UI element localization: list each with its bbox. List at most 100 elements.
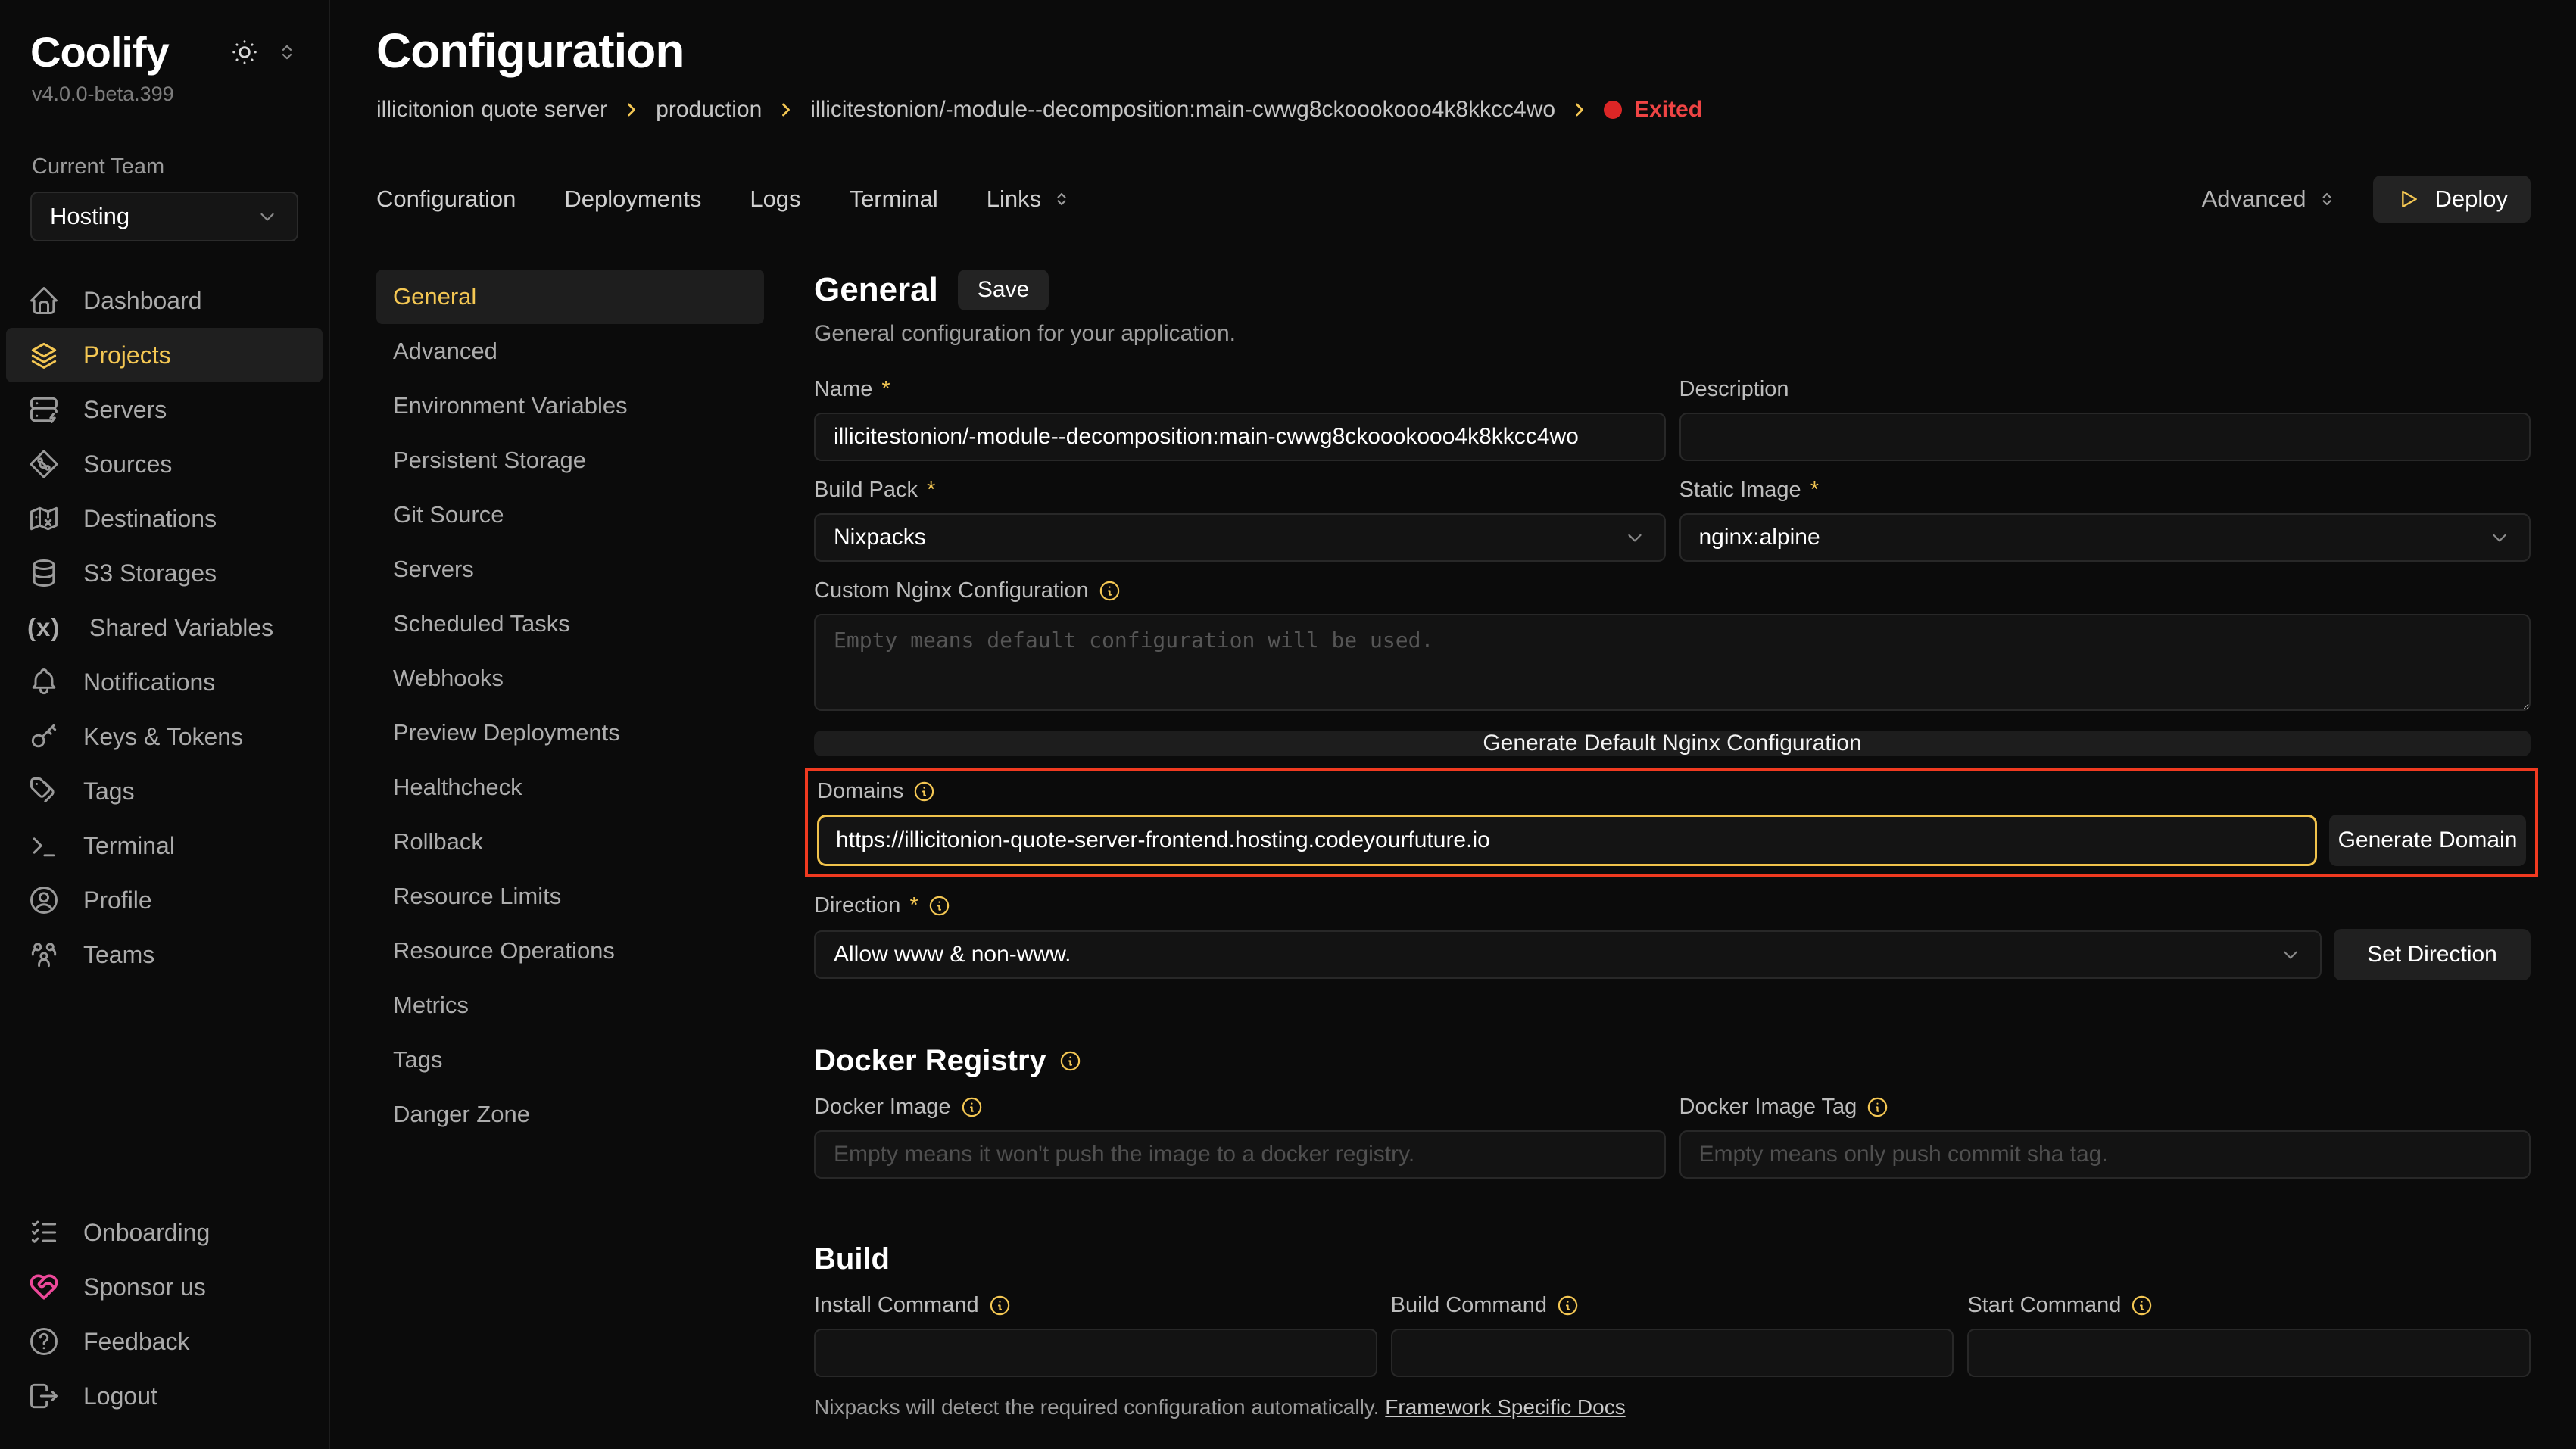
main-content: Configuration illicitonion quote server … bbox=[330, 0, 2576, 1449]
tab-links[interactable]: Links bbox=[987, 185, 1073, 213]
name-input[interactable] bbox=[814, 413, 1666, 461]
checklist-icon bbox=[27, 1216, 61, 1249]
breadcrumb-project[interactable]: illicitonion quote server bbox=[376, 97, 607, 123]
sidebar-item-teams[interactable]: Teams bbox=[6, 927, 323, 982]
help-circle-icon bbox=[27, 1325, 61, 1358]
config-nav-preview-deployments[interactable]: Preview Deployments bbox=[376, 706, 764, 760]
description-input[interactable] bbox=[1679, 413, 2531, 461]
config-nav-environment-variables[interactable]: Environment Variables bbox=[376, 379, 764, 433]
config-nav-persistent-storage[interactable]: Persistent Storage bbox=[376, 433, 764, 488]
config-nav-metrics[interactable]: Metrics bbox=[376, 978, 764, 1033]
start-command-input[interactable] bbox=[1967, 1329, 2531, 1377]
breadcrumb: illicitonion quote server production ill… bbox=[376, 97, 2531, 123]
home-icon bbox=[27, 284, 61, 317]
sun-icon[interactable] bbox=[229, 36, 260, 68]
breadcrumb-environment[interactable]: production bbox=[656, 97, 762, 123]
docker-registry-heading: Docker Registry bbox=[814, 1044, 2531, 1078]
sidebar-item-destinations[interactable]: Destinations bbox=[6, 491, 323, 546]
config-nav-webhooks[interactable]: Webhooks bbox=[376, 651, 764, 706]
sidebar-item-feedback[interactable]: Feedback bbox=[6, 1314, 323, 1369]
sidebar: Coolify v4.0.0-beta.399 Current Team Hos… bbox=[0, 0, 330, 1449]
breadcrumb-application[interactable]: illicitestonion/-module--decomposition:m… bbox=[810, 97, 1555, 123]
config-nav-advanced[interactable]: Advanced bbox=[376, 324, 764, 379]
custom-nginx-textarea[interactable] bbox=[814, 614, 2531, 711]
play-icon bbox=[2396, 187, 2420, 211]
layers-icon bbox=[27, 338, 61, 372]
variables-icon: (x) bbox=[27, 613, 67, 642]
config-nav-resource-operations[interactable]: Resource Operations bbox=[376, 924, 764, 978]
set-direction-button[interactable]: Set Direction bbox=[2334, 929, 2531, 980]
sidebar-item-keys-tokens[interactable]: Keys & Tokens bbox=[6, 709, 323, 764]
tab-terminal[interactable]: Terminal bbox=[850, 185, 938, 213]
tab-deployments[interactable]: Deployments bbox=[564, 185, 701, 213]
framework-docs-link[interactable]: Framework Specific Docs bbox=[1385, 1395, 1625, 1419]
app-logo: Coolify bbox=[30, 27, 169, 76]
domains-highlight-box: Domains Generate Domain bbox=[805, 768, 2538, 877]
chevron-down-icon bbox=[2279, 943, 2302, 966]
domains-input[interactable] bbox=[817, 815, 2317, 866]
generate-nginx-button[interactable]: Generate Default Nginx Configuration bbox=[814, 731, 2531, 756]
config-nav-resource-limits[interactable]: Resource Limits bbox=[376, 869, 764, 924]
info-icon bbox=[1098, 579, 1121, 603]
bell-icon bbox=[27, 665, 61, 699]
config-nav-scheduled-tasks[interactable]: Scheduled Tasks bbox=[376, 597, 764, 651]
current-team-label: Current Team bbox=[0, 154, 329, 179]
static-image-select[interactable]: nginx:alpine bbox=[1679, 513, 2531, 562]
docker-image-tag-label: Docker Image Tag bbox=[1679, 1095, 2531, 1120]
tab-configuration[interactable]: Configuration bbox=[376, 185, 516, 213]
chevron-up-down-icon bbox=[2316, 188, 2338, 210]
sidebar-item-profile[interactable]: Profile bbox=[6, 873, 323, 927]
sidebar-item-shared-variables[interactable]: (x) Shared Variables bbox=[6, 600, 323, 655]
install-command-label: Install Command bbox=[814, 1293, 1377, 1318]
chevron-right-icon bbox=[621, 99, 642, 120]
docker-image-tag-input[interactable] bbox=[1679, 1130, 2531, 1179]
database-icon bbox=[27, 556, 61, 590]
sidebar-item-tags[interactable]: Tags bbox=[6, 764, 323, 818]
build-command-input[interactable] bbox=[1391, 1329, 1954, 1377]
info-icon bbox=[1556, 1294, 1580, 1317]
tab-logs[interactable]: Logs bbox=[750, 185, 800, 213]
sidebar-item-logout[interactable]: Logout bbox=[6, 1369, 323, 1423]
sidebar-item-sponsor-us[interactable]: Sponsor us bbox=[6, 1260, 323, 1314]
section-subtitle: General configuration for your applicati… bbox=[814, 321, 2531, 347]
app-version: v4.0.0-beta.399 bbox=[0, 83, 329, 106]
name-label: Name* bbox=[814, 377, 1666, 402]
generate-domain-button[interactable]: Generate Domain bbox=[2329, 815, 2526, 866]
config-nav-danger-zone[interactable]: Danger Zone bbox=[376, 1087, 764, 1142]
heart-handshake-icon bbox=[27, 1270, 61, 1304]
config-nav-git-source[interactable]: Git Source bbox=[376, 488, 764, 542]
sidebar-item-s3-storages[interactable]: S3 Storages bbox=[6, 546, 323, 600]
team-select-value: Hosting bbox=[50, 203, 129, 230]
direction-select[interactable]: Allow www & non-www. bbox=[814, 930, 2322, 979]
chevron-up-down-icon bbox=[1050, 188, 1073, 210]
sidebar-item-onboarding[interactable]: Onboarding bbox=[6, 1205, 323, 1260]
sidebar-item-terminal[interactable]: Terminal bbox=[6, 818, 323, 873]
sidebar-item-notifications[interactable]: Notifications bbox=[6, 655, 323, 709]
info-icon bbox=[1059, 1049, 1082, 1073]
info-icon bbox=[960, 1095, 984, 1119]
config-nav-general[interactable]: General bbox=[376, 270, 764, 324]
config-nav-tags[interactable]: Tags bbox=[376, 1033, 764, 1087]
docker-image-label: Docker Image bbox=[814, 1095, 1666, 1120]
install-command-input[interactable] bbox=[814, 1329, 1377, 1377]
deploy-button[interactable]: Deploy bbox=[2373, 176, 2531, 223]
sidebar-item-projects[interactable]: Projects bbox=[6, 328, 323, 382]
sidebar-item-servers[interactable]: Servers bbox=[6, 382, 323, 437]
chevron-right-icon bbox=[1569, 99, 1590, 120]
sidebar-item-sources[interactable]: Sources bbox=[6, 437, 323, 491]
docker-image-input[interactable] bbox=[814, 1130, 1666, 1179]
build-pack-select[interactable]: Nixpacks bbox=[814, 513, 1666, 562]
sidebar-nav: Dashboard Projects Servers Sources Desti… bbox=[0, 273, 329, 982]
sidebar-item-dashboard[interactable]: Dashboard bbox=[6, 273, 323, 328]
config-nav-healthcheck[interactable]: Healthcheck bbox=[376, 760, 764, 815]
team-select[interactable]: Hosting bbox=[30, 192, 298, 242]
save-button[interactable]: Save bbox=[958, 270, 1049, 310]
advanced-menu[interactable]: Advanced bbox=[2202, 185, 2338, 213]
chevron-down-icon bbox=[1623, 526, 1646, 549]
domains-label: Domains bbox=[817, 779, 2526, 804]
theme-selector-icon[interactable] bbox=[276, 41, 298, 64]
config-nav-rollback[interactable]: Rollback bbox=[376, 815, 764, 869]
sidebar-footer-nav: Onboarding Sponsor us Feedback Logout bbox=[0, 1205, 329, 1423]
config-nav-servers[interactable]: Servers bbox=[376, 542, 764, 597]
chevron-right-icon bbox=[775, 99, 797, 120]
